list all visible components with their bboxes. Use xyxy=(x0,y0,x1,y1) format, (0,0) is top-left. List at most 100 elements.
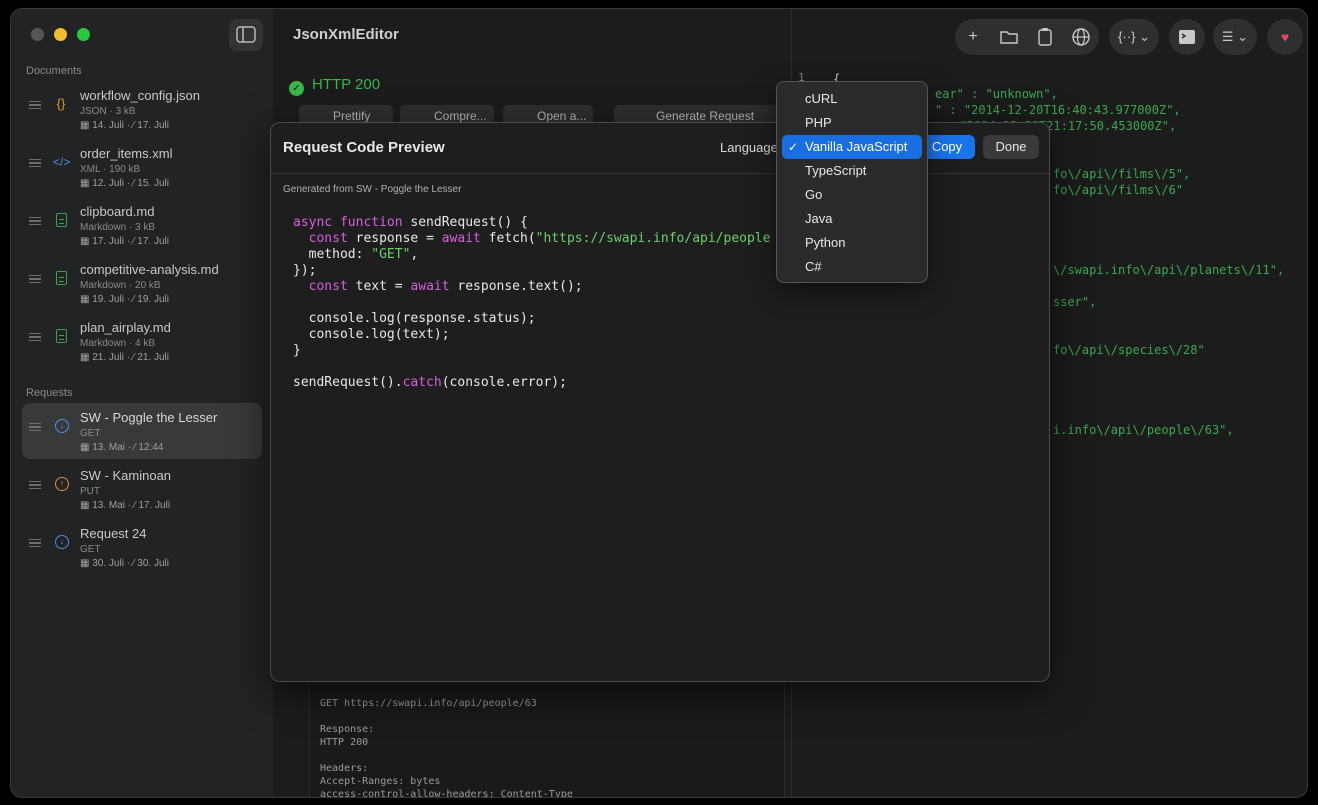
sidebar-icon xyxy=(236,26,256,43)
document-item[interactable]: clipboard.md Markdown · 3 kB ▦ 17. Juli … xyxy=(22,197,262,253)
document-dates: ▦ 21. Juli · ⁄ 21. Juli xyxy=(80,352,169,363)
language-option-typescript[interactable]: TypeScript xyxy=(782,159,922,183)
markdown-icon xyxy=(56,329,67,343)
terminal-button[interactable] xyxy=(1169,19,1205,55)
checkmark-circle-icon: ✓ xyxy=(289,81,304,96)
braces-icon: {} xyxy=(56,96,66,111)
document-meta: Markdown · 20 kB xyxy=(80,280,161,291)
plus-icon[interactable]: + xyxy=(955,19,991,55)
language-option-curl[interactable]: cURL xyxy=(782,87,922,111)
document-item[interactable]: </> order_items.xml XML · 190 kB ▦ 12. J… xyxy=(22,139,262,195)
code-preview-modal: Request Code Preview Language Copy Done … xyxy=(270,122,1050,682)
document-name: plan_airplay.md xyxy=(80,320,171,335)
drag-handle-icon[interactable] xyxy=(29,481,41,489)
document-item[interactable]: {} workflow_config.json JSON · 3 kB ▦ 14… xyxy=(22,81,262,137)
drag-handle-icon[interactable] xyxy=(29,159,41,167)
language-option-csharp[interactable]: C# xyxy=(782,255,922,279)
globe-icon[interactable] xyxy=(1063,19,1099,55)
close-window-button[interactable] xyxy=(31,28,44,41)
request-method: GET xyxy=(80,428,101,439)
document-name: clipboard.md xyxy=(80,204,155,219)
document-item[interactable]: plan_airplay.md Markdown · 4 kB ▦ 21. Ju… xyxy=(22,313,262,369)
terminal-icon xyxy=(1169,19,1205,55)
response-panel[interactable]: GET https://swapi.info/api/people/63 Res… xyxy=(309,683,785,798)
json-line: " : "2014-12-20T16:40:43.977000Z", xyxy=(935,103,1181,117)
document-dates: ▦ 12. Juli · ⁄ 15. Juli xyxy=(80,178,169,189)
braces-menu-icon: {··} ⌄ xyxy=(1118,29,1150,44)
json-line: ear" : "unknown", xyxy=(935,87,1058,101)
status-text: HTTP 200 xyxy=(312,76,381,93)
drag-handle-icon[interactable] xyxy=(29,217,41,225)
language-option-php[interactable]: PHP xyxy=(782,111,922,135)
request-dates: ▦ 13. Mai · ⁄ 12:44 xyxy=(80,442,164,453)
request-dates: ▦ 13. Mai · ⁄ 17. Juli xyxy=(80,500,171,511)
done-button[interactable]: Done xyxy=(983,135,1039,159)
modal-divider xyxy=(271,173,1049,174)
document-item[interactable]: competitive-analysis.md Markdown · 20 kB… xyxy=(22,255,262,311)
language-option-java[interactable]: Java xyxy=(782,207,922,231)
maximize-window-button[interactable] xyxy=(77,28,90,41)
document-meta: JSON · 3 kB xyxy=(80,106,136,117)
document-meta: Markdown · 4 kB xyxy=(80,338,156,349)
request-name: Request 24 xyxy=(80,526,147,541)
minimize-window-button[interactable] xyxy=(54,28,67,41)
favorite-button[interactable]: ♥ xyxy=(1267,19,1303,55)
settings-menu-button[interactable]: ☰ ⌄ xyxy=(1213,19,1257,55)
code-preview[interactable]: async function sendRequest() { const res… xyxy=(293,215,773,391)
document-dates: ▦ 19. Juli · ⁄ 19. Juli xyxy=(80,294,169,305)
app-title: JsonXmlEditor xyxy=(293,26,399,43)
json-line: fo\/api\/species\/28" xyxy=(1053,343,1205,357)
modal-title: Request Code Preview xyxy=(283,139,445,156)
checkmark-icon: ✓ xyxy=(788,140,799,154)
language-option-go[interactable]: Go xyxy=(782,183,922,207)
sliders-icon: ☰ ⌄ xyxy=(1221,29,1249,44)
request-method: PUT xyxy=(80,486,100,497)
sidebar: Documents {} workflow_config.json JSON ·… xyxy=(11,9,273,797)
toolbar-actions: + xyxy=(955,19,1099,55)
requests-header: Requests xyxy=(26,387,73,399)
json-line: fo\/api\/films\/6" xyxy=(1053,183,1184,197)
request-dates: ▦ 30. Juli · ⁄ 30. Juli xyxy=(80,558,169,569)
document-name: order_items.xml xyxy=(80,146,173,161)
language-dropdown[interactable]: cURL PHP ✓ Vanilla JavaScript TypeScript … xyxy=(776,81,928,283)
request-method: GET xyxy=(80,544,101,555)
json-line: i.info\/api\/people\/63", xyxy=(1053,423,1234,437)
json-line: fo\/api\/films\/5", xyxy=(1053,167,1191,181)
drag-handle-icon[interactable] xyxy=(29,423,41,431)
document-meta: XML · 190 kB xyxy=(80,164,141,175)
request-name: SW - Kaminoan xyxy=(80,468,172,483)
arrow-up-circle-icon: ↑ xyxy=(55,477,69,491)
request-name: SW - Poggle the Lesser xyxy=(80,410,218,425)
format-menu-button[interactable]: {··} ⌄ xyxy=(1109,19,1159,55)
document-meta: Markdown · 3 kB xyxy=(80,222,156,233)
clipboard-icon[interactable] xyxy=(1027,19,1063,55)
markdown-icon xyxy=(56,213,67,227)
drag-handle-icon[interactable] xyxy=(29,333,41,341)
request-item[interactable]: ↑ SW - Kaminoan PUT ▦ 13. Mai · ⁄ 17. Ju… xyxy=(22,461,262,517)
document-dates: ▦ 17. Juli · ⁄ 17. Juli xyxy=(80,236,169,247)
status-indicator: ✓ HTTP 200 xyxy=(289,76,380,96)
json-line: sser", xyxy=(1053,295,1097,309)
folder-icon[interactable] xyxy=(991,19,1027,55)
code-icon: </> xyxy=(53,155,71,169)
language-option-vanilla-javascript[interactable]: ✓ Vanilla JavaScript xyxy=(782,135,922,159)
request-item[interactable]: ↓ Request 24 GET ▦ 30. Juli · ⁄ 30. Juli xyxy=(22,519,262,575)
sidebar-toggle-button[interactable] xyxy=(229,19,263,51)
documents-header: Documents xyxy=(26,65,82,77)
json-line: \/swapi.info\/api\/planets\/11", xyxy=(1053,263,1285,277)
arrow-down-circle-icon: ↓ xyxy=(55,419,69,433)
drag-handle-icon[interactable] xyxy=(29,275,41,283)
drag-handle-icon[interactable] xyxy=(29,539,41,547)
generated-from-label: Generated from SW - Poggle the Lesser xyxy=(283,184,462,195)
arrow-down-circle-icon: ↓ xyxy=(55,535,69,549)
drag-handle-icon[interactable] xyxy=(29,101,41,109)
response-text: GET https://swapi.info/api/people/63 Res… xyxy=(320,698,573,798)
markdown-icon xyxy=(56,271,67,285)
language-label: Language xyxy=(720,140,778,155)
document-name: competitive-analysis.md xyxy=(80,262,219,277)
document-dates: ▦ 14. Juli · ⁄ 17. Juli xyxy=(80,120,169,131)
heart-icon: ♥ xyxy=(1280,29,1290,45)
document-name: workflow_config.json xyxy=(80,88,200,103)
language-option-python[interactable]: Python xyxy=(782,231,922,255)
request-item[interactable]: ↓ SW - Poggle the Lesser GET ▦ 13. Mai ·… xyxy=(22,403,262,459)
